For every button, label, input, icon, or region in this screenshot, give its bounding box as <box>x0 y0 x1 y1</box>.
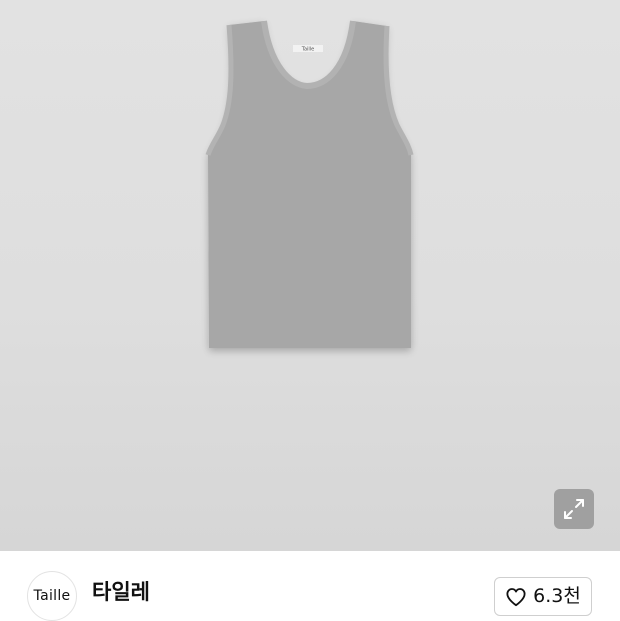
expand-button[interactable] <box>554 489 594 529</box>
store-bar: Taille 타일레 6.3천 <box>0 551 620 621</box>
store-logo-text: Taille <box>33 588 71 604</box>
store-logo[interactable]: Taille <box>27 571 77 621</box>
expand-arrows-icon <box>564 499 584 519</box>
gray-tank-top-icon: Taille <box>205 20 414 348</box>
like-button[interactable]: 6.3천 <box>494 577 592 616</box>
like-count: 6.3천 <box>533 585 581 607</box>
store-name[interactable]: 타일레 <box>92 582 150 603</box>
product-image[interactable]: Taille <box>0 0 620 551</box>
neck-label-text: Taille <box>301 47 315 53</box>
heart-outline-icon <box>506 587 526 606</box>
